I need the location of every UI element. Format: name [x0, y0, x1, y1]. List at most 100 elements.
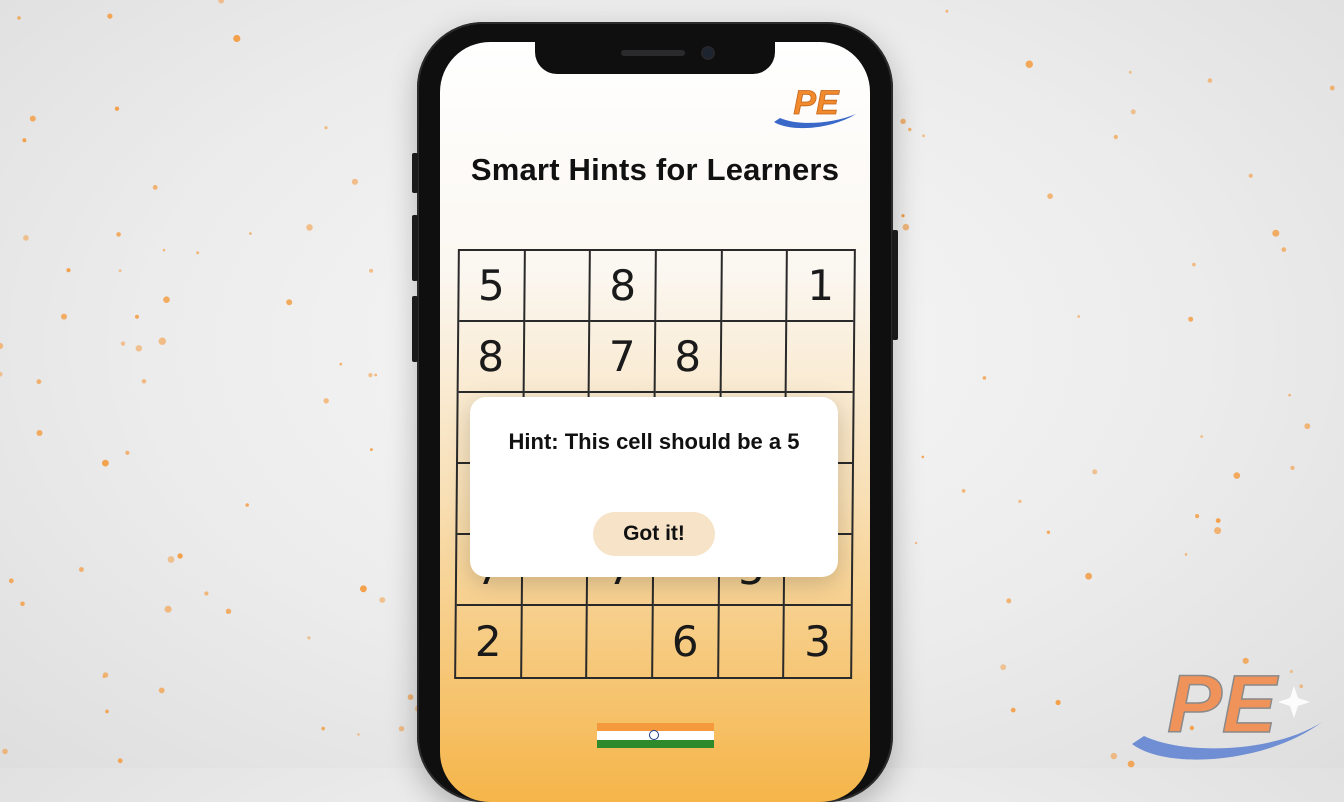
confetti-dot [982, 376, 987, 380]
confetti-dot [120, 341, 126, 346]
confetti-dot [36, 430, 43, 436]
confetti-dot [1184, 553, 1188, 556]
sudoku-cell[interactable]: 8 [590, 251, 657, 322]
confetti-dot [177, 553, 183, 559]
phone-silent-switch [412, 153, 418, 193]
confetti-dot [66, 268, 71, 273]
confetti-dot [1281, 247, 1287, 252]
pe-watermark-text: PE [1167, 659, 1279, 750]
confetti-dot [0, 342, 4, 350]
confetti-dot [1128, 70, 1132, 74]
hint-message: Hint: This cell should be a 5 [508, 429, 800, 454]
confetti-dot [360, 585, 367, 593]
confetti-dot [908, 127, 912, 132]
confetti-dot [398, 726, 405, 732]
confetti-dot [1130, 109, 1136, 115]
sudoku-cell[interactable]: 8 [458, 322, 525, 393]
confetti-dot [1046, 530, 1051, 534]
sudoku-cell[interactable] [721, 322, 788, 393]
confetti-dot [152, 185, 158, 190]
sudoku-cell[interactable] [524, 322, 591, 393]
sudoku-cell[interactable]: 2 [456, 606, 523, 677]
confetti-dot [61, 313, 67, 320]
confetti-dot [357, 733, 360, 736]
confetti-dot [135, 345, 142, 352]
confetti-dot [286, 299, 293, 306]
confetti-dot [117, 758, 123, 764]
sudoku-cell[interactable]: 5 [459, 251, 526, 322]
sudoku-cell[interactable] [721, 251, 789, 322]
confetti-dot [125, 450, 130, 455]
confetti-dot [107, 13, 113, 19]
confetti-dot [1233, 472, 1241, 479]
sudoku-cell[interactable]: 8 [655, 322, 722, 393]
confetti-dot [339, 362, 343, 366]
confetti-dot [158, 337, 166, 345]
sudoku-cell[interactable]: 7 [589, 322, 657, 393]
pe-logo: PE [774, 84, 856, 129]
confetti-dot [1215, 518, 1221, 523]
confetti-dot [196, 251, 200, 255]
confetti-dot [351, 178, 358, 185]
page-title: Smart Hints for Learners [470, 152, 840, 187]
sudoku-cell[interactable] [521, 606, 589, 677]
confetti-dot [1200, 435, 1204, 438]
sudoku-cell[interactable]: 3 [784, 606, 850, 677]
confetti-dot [374, 373, 378, 377]
confetti-dot [307, 636, 311, 640]
speaker-grille [621, 50, 685, 56]
confetti-dot [1113, 134, 1118, 140]
pe-logo-text: PE [793, 84, 840, 122]
sudoku-cell[interactable] [718, 606, 786, 677]
confetti-dot [102, 675, 106, 679]
confetti-dot [141, 379, 147, 384]
confetti-dot [324, 126, 328, 130]
confetti-dot [1304, 423, 1311, 430]
confetti-dot [369, 268, 374, 273]
confetti-dot [23, 235, 29, 241]
confetti-dot [321, 726, 326, 731]
confetti-dot [1092, 469, 1098, 475]
confetti-dot [17, 16, 21, 20]
sudoku-cell[interactable]: 1 [787, 251, 854, 322]
sudoku-cell[interactable] [786, 322, 854, 393]
confetti-dot [1207, 78, 1213, 83]
confetti-dot [1000, 664, 1007, 671]
confetti-dot [1290, 465, 1295, 470]
confetti-dot [922, 134, 925, 138]
confetti-dot [1329, 85, 1335, 91]
confetti-dot [921, 455, 925, 459]
confetti-dot [1025, 60, 1034, 68]
confetti-dot [1288, 393, 1291, 397]
confetti-dot [306, 224, 313, 231]
confetti-dot [116, 232, 121, 237]
confetti-dot [225, 608, 232, 614]
confetti-dot [79, 567, 84, 572]
confetti-dot [945, 9, 949, 13]
confetti-dot [1214, 527, 1222, 535]
got-it-button[interactable]: Got it! [593, 512, 715, 556]
confetti-dot [1195, 514, 1200, 519]
confetti-dot [900, 118, 906, 125]
confetti-dot [1085, 572, 1092, 580]
confetti-dot [1077, 315, 1081, 318]
confetti-dot [1055, 699, 1061, 706]
sudoku-cell[interactable]: 6 [653, 606, 720, 677]
confetti-dot [369, 448, 373, 452]
confetti-dot [102, 459, 109, 467]
confetti-dot [249, 232, 252, 235]
sudoku-cell[interactable] [656, 251, 723, 322]
hint-dialog: Hint: This cell should be a 5 Got it! [470, 397, 838, 577]
confetti-dot [1047, 193, 1053, 199]
sudoku-cell[interactable] [587, 606, 654, 677]
confetti-dot [114, 106, 120, 111]
confetti-dot [135, 314, 139, 319]
confetti-dot [2, 748, 8, 755]
sudoku-cell[interactable] [524, 251, 592, 322]
confetti-dot [1248, 173, 1253, 178]
confetti-dot [167, 556, 175, 563]
confetti-dot [163, 296, 170, 304]
confetti-dot [901, 214, 905, 218]
confetti-dot [961, 489, 966, 493]
confetti-dot [379, 597, 386, 603]
